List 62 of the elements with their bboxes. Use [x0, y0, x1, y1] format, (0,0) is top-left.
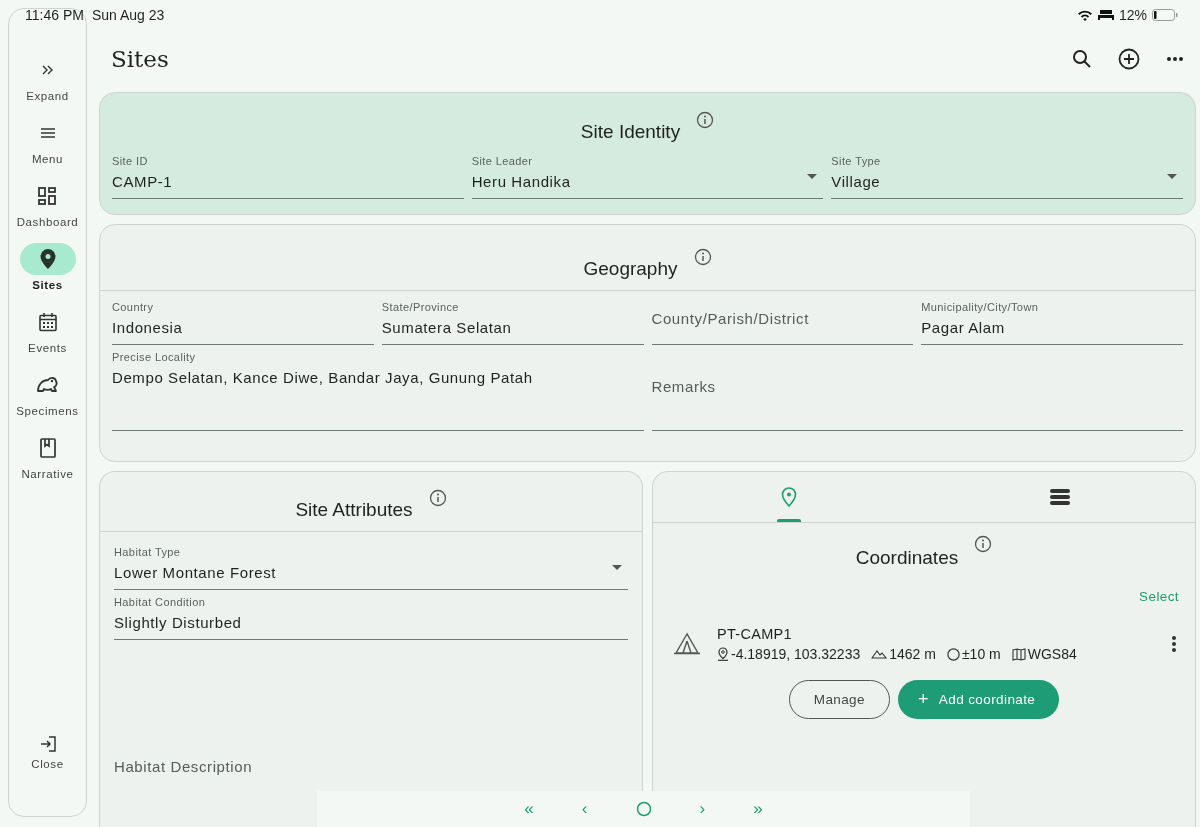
status-time: 11:46 PM	[25, 7, 84, 23]
frog-icon	[35, 375, 60, 395]
map-pin-icon	[780, 487, 797, 507]
section-title: Geography	[583, 258, 678, 280]
bed-icon	[1097, 9, 1114, 21]
input-field[interactable]: Site ID CAMP-1	[112, 149, 464, 199]
exit-icon	[39, 736, 56, 752]
add-icon[interactable]	[1118, 48, 1140, 70]
nav-item[interactable]: Events	[19, 306, 76, 369]
section-title: Site Attributes	[295, 499, 413, 521]
calendar-icon	[37, 312, 58, 332]
caret-icon	[807, 174, 818, 180]
section-title: Coordinates	[855, 547, 959, 569]
dropdown-field[interactable]: Habitat Type Lower Montane Forest	[114, 540, 628, 590]
circle-icon[interactable]	[635, 801, 652, 817]
info-icon[interactable]	[974, 535, 993, 553]
nav-item[interactable]: Menu	[19, 117, 76, 180]
location-icon	[717, 647, 729, 661]
dropdown-field[interactable]: Site Type Village	[831, 149, 1183, 199]
caret-icon	[612, 565, 622, 571]
map-pin-icon	[38, 248, 57, 270]
input-field[interactable]: Country Indonesia	[112, 295, 374, 345]
tent-icon	[673, 632, 701, 656]
nav-item[interactable]: Expand	[19, 54, 76, 117]
close-nav-item[interactable]: Close	[31, 736, 64, 770]
map-icon	[1011, 647, 1026, 661]
menu-icon	[39, 127, 56, 139]
input-field[interactable]: Remarks	[651, 345, 1183, 431]
point-name: PT-CAMP1	[717, 626, 793, 642]
search-icon[interactable]	[1072, 49, 1092, 69]
accuracy: ±10 m	[961, 646, 1001, 662]
caret-icon	[1167, 174, 1177, 180]
book-icon	[38, 438, 57, 458]
input-field[interactable]: Municipality/City/Town Pagar Alam	[921, 295, 1183, 345]
nav-item[interactable]: Specimens	[16, 369, 79, 432]
status-date: Sun Aug 23	[91, 7, 165, 23]
description-field[interactable]: Habitat Description	[114, 758, 253, 775]
wifi-icon	[1076, 9, 1093, 21]
section-title: Site Identity	[580, 121, 681, 143]
input-field[interactable]: State/Province Sumatera Selatan	[381, 295, 644, 345]
double-chevron-icon	[40, 64, 55, 76]
latitude-longitude: -4.18919, 103.32233	[731, 646, 861, 662]
nav-item[interactable]: Dashboard	[16, 180, 79, 243]
more-icon[interactable]	[1166, 56, 1184, 62]
list-icon	[1049, 489, 1070, 505]
circle-icon	[946, 647, 960, 661]
info-icon[interactable]	[696, 111, 715, 129]
input-field[interactable]: Habitat Condition Slightly Disturbed	[114, 590, 628, 640]
datum: WGS84	[1027, 646, 1077, 662]
info-icon[interactable]	[428, 489, 447, 507]
dropdown-field[interactable]: Site Leader Heru Handika	[471, 149, 824, 199]
page-title: Sites	[111, 46, 169, 72]
input-field[interactable]: Precise Locality Dempo Selatan, Kance Diwe, Bandar Jaya, Gunung Patah	[112, 345, 644, 431]
nav-item[interactable]: Narrative	[19, 432, 76, 495]
input-field[interactable]: County/Parish/District	[651, 295, 914, 345]
battery-percent: 12%	[1118, 7, 1147, 23]
elevation: 1462 m	[889, 646, 936, 662]
mountain-icon	[871, 649, 888, 659]
dashboard-icon	[37, 186, 58, 206]
more-vertical-icon[interactable]	[1171, 635, 1177, 653]
info-icon[interactable]	[693, 248, 712, 266]
battery-icon	[1152, 9, 1178, 21]
